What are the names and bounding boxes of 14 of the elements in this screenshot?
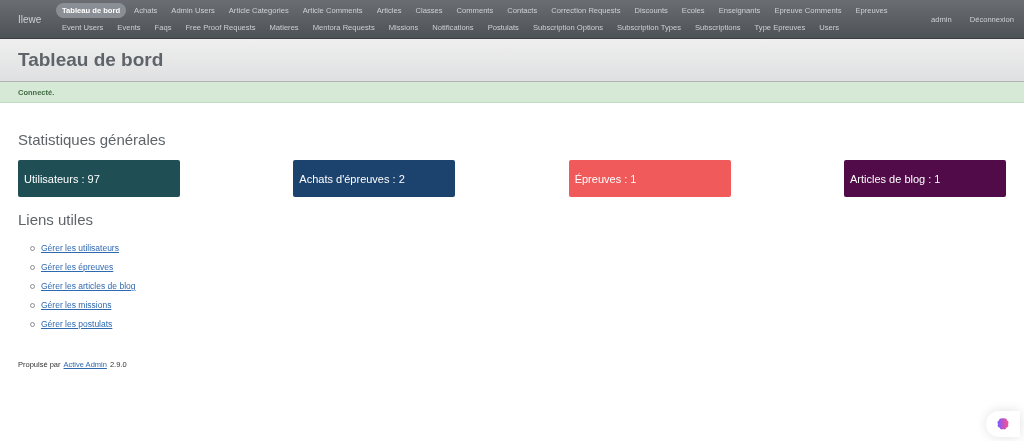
site-title: Ilewe xyxy=(18,13,43,25)
stat-card: Épreuves : 1 xyxy=(568,160,731,197)
useful-link[interactable]: Gérer les postulats xyxy=(41,319,113,329)
section-heading: Statistiques générales xyxy=(18,131,167,148)
useful-link[interactable]: Gérer les articles de blog xyxy=(41,281,136,291)
stat-card: Achats d'épreuves : 2 xyxy=(293,160,456,197)
stat-card: Articles de blog : 1 xyxy=(844,160,1006,197)
useful-link[interactable]: Gérer les utilisateurs xyxy=(41,243,119,253)
assistant-launcher[interactable] xyxy=(986,411,1020,437)
useful-link[interactable]: Gérer les épreuves xyxy=(41,262,114,272)
useful-link[interactable]: Gérer les missions xyxy=(41,300,112,310)
page-title: Tableau de bord xyxy=(18,49,164,71)
section-heading: Liens utiles xyxy=(18,211,95,228)
stat-card: Utilisateurs : 97 xyxy=(18,160,180,197)
